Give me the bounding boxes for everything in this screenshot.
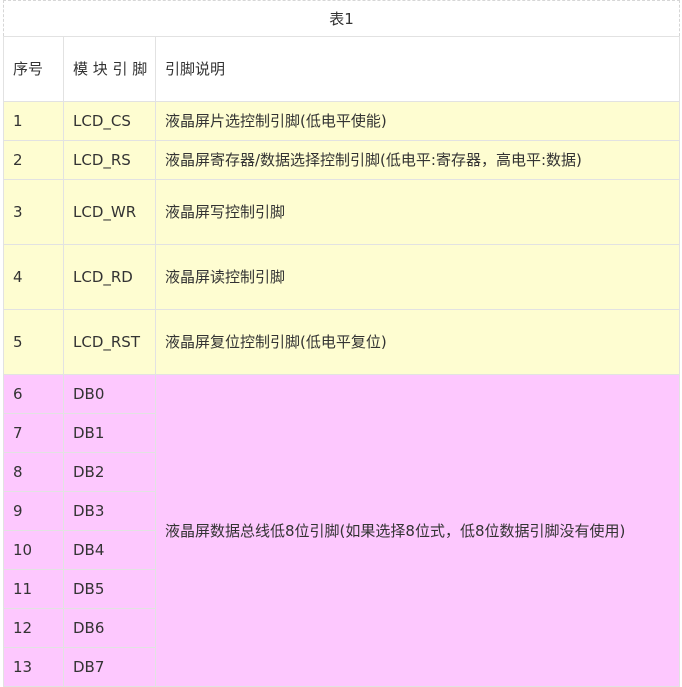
row-pin: LCD_RST xyxy=(63,309,156,375)
row-index: 5 xyxy=(3,309,64,375)
row-description: 液晶屏写控制引脚 xyxy=(155,179,680,245)
header-index: 序号 xyxy=(3,36,64,102)
row-index: 12 xyxy=(3,608,64,648)
table-row: 6 DB0 液晶屏数据总线低8位引脚(如果选择8位式，低8位数据引脚没有使用) xyxy=(3,374,680,687)
row-index: 2 xyxy=(3,140,64,180)
row-index: 7 xyxy=(3,413,64,453)
table-row: 1 LCD_CS 液晶屏片选控制引脚(低电平使能) xyxy=(3,101,680,141)
row-description: 液晶屏复位控制引脚(低电平复位) xyxy=(155,309,680,375)
row-pin: DB1 xyxy=(63,413,156,453)
table-row: 5 LCD_RST 液晶屏复位控制引脚(低电平复位) xyxy=(3,309,680,375)
row-description: 液晶屏片选控制引脚(低电平使能) xyxy=(155,101,680,141)
table-row: 4 LCD_RD 液晶屏读控制引脚 xyxy=(3,244,680,310)
row-pin: LCD_WR xyxy=(63,179,156,245)
document-page: 表1 序号 模 块 引 脚 引脚说明 1 LCD_CS 液晶屏片选控制引脚(低电… xyxy=(0,0,682,687)
row-index: 11 xyxy=(3,569,64,609)
row-pin: DB0 xyxy=(63,374,156,414)
row-index: 9 xyxy=(3,491,64,531)
row-pin: DB4 xyxy=(63,530,156,570)
row-index: 4 xyxy=(3,244,64,310)
header-description: 引脚说明 xyxy=(155,36,680,102)
pin-table: 序号 模 块 引 脚 引脚说明 1 LCD_CS 液晶屏片选控制引脚(低电平使能… xyxy=(3,36,680,687)
table-header-row: 序号 模 块 引 脚 引脚说明 xyxy=(3,36,680,102)
row-index: 13 xyxy=(3,647,64,687)
table-row: 2 LCD_RS 液晶屏寄存器/数据选择控制引脚(低电平:寄存器，高电平:数据) xyxy=(3,140,680,180)
data-bus-description: 液晶屏数据总线低8位引脚(如果选择8位式，低8位数据引脚没有使用) xyxy=(155,374,680,687)
table-caption: 表1 xyxy=(3,0,680,36)
row-pin: LCD_RS xyxy=(63,140,156,180)
row-pin: DB6 xyxy=(63,608,156,648)
table-row: 3 LCD_WR 液晶屏写控制引脚 xyxy=(3,179,680,245)
row-pin: DB3 xyxy=(63,491,156,531)
row-index: 6 xyxy=(3,374,64,414)
row-pin: DB7 xyxy=(63,647,156,687)
row-index: 8 xyxy=(3,452,64,492)
row-index: 1 xyxy=(3,101,64,141)
row-index: 3 xyxy=(3,179,64,245)
row-index: 10 xyxy=(3,530,64,570)
row-pin: LCD_CS xyxy=(63,101,156,141)
row-pin: DB2 xyxy=(63,452,156,492)
row-pin: LCD_RD xyxy=(63,244,156,310)
header-pin: 模 块 引 脚 xyxy=(63,36,156,102)
row-description: 液晶屏寄存器/数据选择控制引脚(低电平:寄存器，高电平:数据) xyxy=(155,140,680,180)
row-pin: DB5 xyxy=(63,569,156,609)
row-description: 液晶屏读控制引脚 xyxy=(155,244,680,310)
